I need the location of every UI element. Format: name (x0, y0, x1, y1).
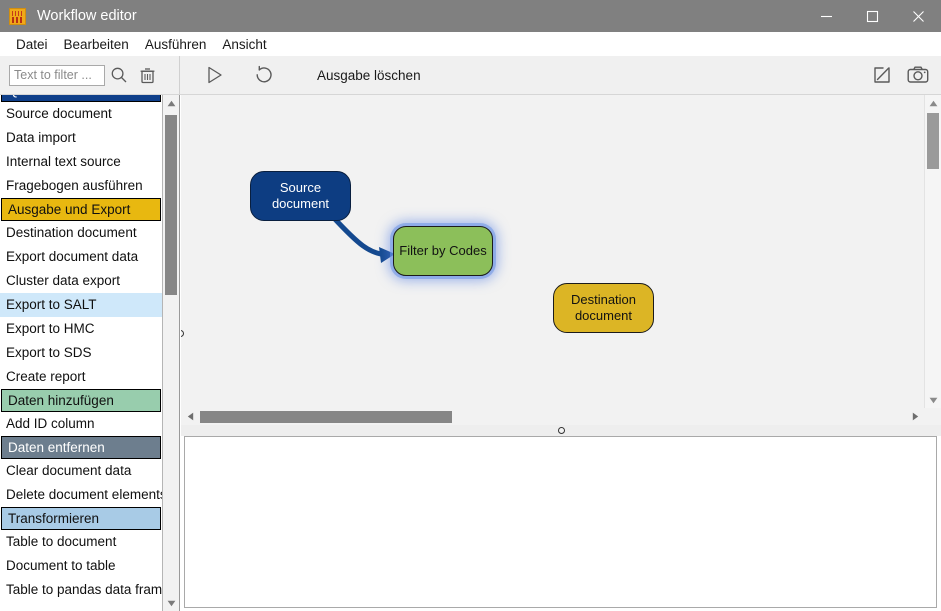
palette-category-transformieren[interactable]: Transformieren (1, 507, 161, 530)
output-panel[interactable] (184, 436, 937, 608)
toolbar: Ausgabe löschen (0, 56, 941, 95)
workflow-canvas-area: Source document Filter by Codes Destinat… (181, 95, 941, 425)
palette-item-export-to-sds[interactable]: Export to SDS (0, 341, 162, 365)
sidebar-vertical-scrollbar[interactable] (163, 95, 179, 611)
toolbar-actions: Ausgabe löschen (181, 56, 941, 94)
palette-item-create-report[interactable]: Create report (0, 365, 162, 389)
clear-output-label[interactable]: Ausgabe löschen (317, 68, 421, 83)
trash-icon[interactable] (133, 61, 161, 89)
workflow-node-destination-document[interactable]: Destination document (553, 283, 654, 333)
palette-item-destination-document[interactable]: Destination document (0, 221, 162, 245)
menu-bearbeiten[interactable]: Bearbeiten (56, 35, 137, 54)
title-bar: Workflow editor (0, 0, 941, 32)
palette-item-document-to-table[interactable]: Document to table (0, 554, 162, 578)
palette-item-export-to-salt[interactable]: Export to SALT (0, 293, 162, 317)
play-icon[interactable] (193, 58, 235, 92)
canvas-vscroll-thumb[interactable] (927, 113, 939, 169)
palette-item-source-document[interactable]: Source document (0, 102, 162, 126)
palette-item-fragebogen-ausfuehren[interactable]: Fragebogen ausführen (0, 174, 162, 198)
palette-item-table-to-pandas-data-frame[interactable]: Table to pandas data frame (0, 578, 162, 602)
node-label-line1: Source (279, 180, 322, 195)
workflow-editor-window: Workflow editor Datei Bearbeiten Ausführ… (0, 0, 941, 611)
canvas-hscroll-thumb[interactable] (200, 411, 452, 423)
workflow-node-source-document[interactable]: Source document (250, 171, 351, 221)
palette-item-add-id-column[interactable]: Add ID column (0, 412, 162, 436)
window-title: Workflow editor (37, 8, 137, 24)
palette-item-clear-document-data[interactable]: Clear document data (0, 459, 162, 483)
minimize-button[interactable] (803, 0, 849, 32)
workflow-edges (330, 214, 395, 263)
palette-item-delete-document-elements[interactable]: Delete document elements (0, 483, 162, 507)
node-palette-list-inner: Quellen Source document Data import Inte… (0, 95, 162, 602)
palette-item-cluster-data-export[interactable]: Cluster data export (0, 269, 162, 293)
workflow-node-filter-by-codes[interactable]: Filter by Codes (393, 226, 493, 276)
reset-icon[interactable] (243, 58, 285, 92)
node-palette-list[interactable]: Quellen Source document Data import Inte… (0, 95, 163, 611)
filter-input[interactable] (9, 64, 105, 86)
scroll-up-icon[interactable] (163, 95, 179, 111)
maximize-button[interactable] (849, 0, 895, 32)
palette-category-ausgabe-und-export[interactable]: Ausgabe und Export (1, 198, 161, 221)
app-logo-icon (9, 7, 26, 25)
sidebar-scroll-thumb[interactable] (165, 115, 177, 295)
node-label-line1: Filter by Codes (399, 243, 487, 258)
window-controls (803, 0, 941, 32)
palette-category-daten-entfernen[interactable]: Daten entfernen (1, 436, 161, 459)
menu-datei[interactable]: Datei (8, 35, 56, 54)
menu-ausfuehren[interactable]: Ausführen (137, 35, 215, 54)
canvas-scroll-right-icon[interactable] (907, 408, 923, 425)
vertical-splitter-handle[interactable] (181, 330, 184, 337)
palette-item-data-import[interactable]: Data import (0, 126, 162, 150)
palette-item-export-document-data[interactable]: Export document data (0, 245, 162, 269)
canvas-scroll-left-icon[interactable] (182, 408, 198, 425)
palette-item-internal-text-source[interactable]: Internal text source (0, 150, 162, 174)
node-label-line2: document (271, 196, 330, 211)
scroll-down-icon[interactable] (163, 595, 179, 611)
canvas-scroll-down-icon[interactable] (925, 392, 941, 408)
menu-ansicht[interactable]: Ansicht (214, 35, 274, 54)
toolbar-filter-group (0, 56, 180, 94)
canvas-vertical-scrollbar[interactable] (924, 95, 941, 408)
palette-item-table-to-document[interactable]: Table to document (0, 530, 162, 554)
palette-category-quellen[interactable]: Quellen (1, 95, 161, 102)
camera-icon[interactable] (903, 60, 933, 90)
menu-bar: Datei Bearbeiten Ausführen Ansicht (0, 32, 941, 56)
node-palette-sidebar: Quellen Source document Data import Inte… (0, 95, 180, 611)
palette-item-export-to-hmc[interactable]: Export to HMC (0, 317, 162, 341)
node-label-line2: document (574, 308, 633, 323)
canvas-scroll-up-icon[interactable] (925, 95, 941, 111)
close-button[interactable] (895, 0, 941, 32)
output-text (185, 437, 936, 443)
canvas-horizontal-scrollbar[interactable] (181, 408, 941, 425)
search-icon[interactable] (105, 61, 133, 89)
edit-pen-icon[interactable] (867, 60, 897, 90)
node-label-line1: Destination (570, 292, 637, 307)
palette-category-daten-hinzufuegen[interactable]: Daten hinzufügen (1, 389, 161, 412)
horizontal-splitter[interactable] (181, 425, 941, 436)
horizontal-splitter-handle[interactable] (557, 427, 565, 434)
workflow-canvas[interactable]: Source document Filter by Codes Destinat… (181, 95, 924, 408)
toolbar-right-icons (867, 56, 933, 94)
